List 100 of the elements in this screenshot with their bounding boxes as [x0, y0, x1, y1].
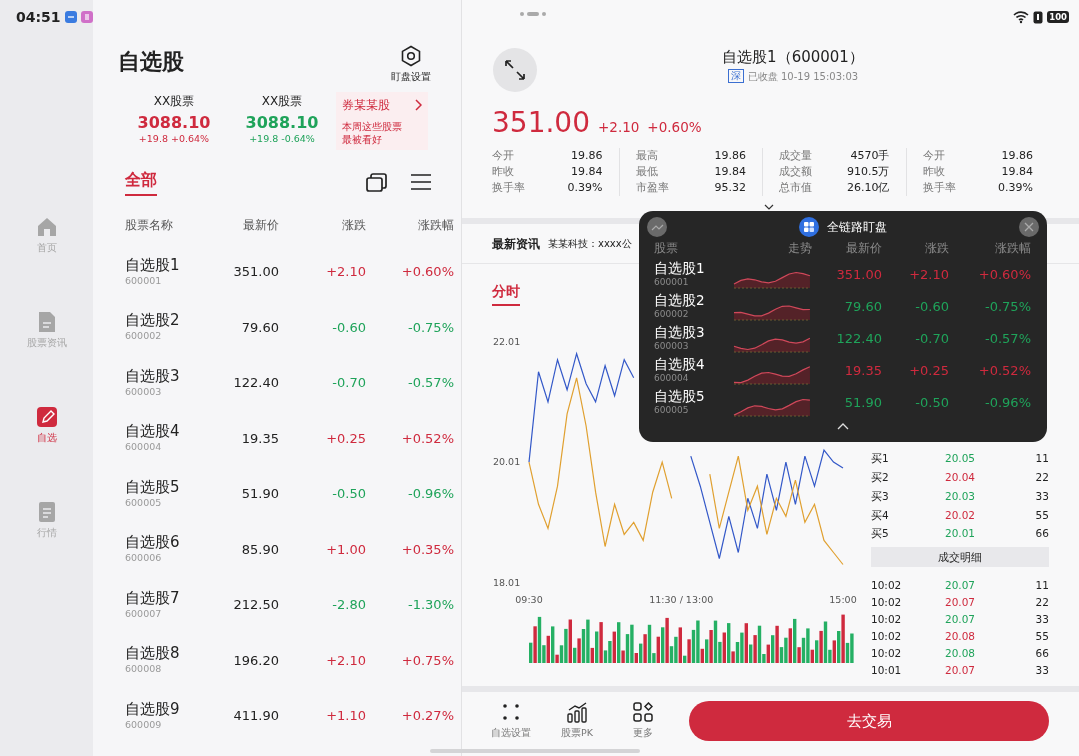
trade-volume: 33: [1034, 612, 1049, 628]
expand-button[interactable]: [493, 48, 537, 92]
column-header: 涨跌: [341, 216, 366, 234]
change-cell-text: -0.50: [331, 485, 366, 504]
stock-code: 600005: [125, 495, 163, 510]
stock-row[interactable]: 自选股3 600003 122.40 -0.70 -0.57%: [93, 355, 461, 411]
price-cell-text: 351.00: [835, 266, 882, 285]
collapse-icon[interactable]: [837, 423, 849, 430]
change-percent-cell-text: +0.75%: [400, 651, 454, 670]
change-percent-cell-text: +0.60%: [400, 263, 454, 282]
change-cell-text: -0.60: [331, 318, 366, 337]
copy-icon[interactable]: [366, 172, 387, 192]
bid-label: 买5: [871, 526, 890, 542]
stock-code: 600005: [654, 403, 690, 417]
settings-icon: [400, 45, 422, 67]
price-cell-text: 122.40: [232, 374, 279, 393]
page-title: 自选股: [118, 48, 184, 76]
column-header: 走势: [787, 240, 812, 257]
change-cell-text: +1.10: [325, 707, 366, 726]
nav-item[interactable]: 自选: [6, 405, 87, 500]
stock-code: 600003: [654, 339, 690, 353]
stat-label: 昨收: [492, 164, 514, 180]
stock-code: 600002: [654, 307, 690, 321]
price-cell-text: 196.20: [232, 651, 279, 670]
close-button[interactable]: [1019, 217, 1039, 237]
index-name: XX股票: [152, 93, 196, 111]
stock-row[interactable]: 自选股6 600006 85.90 +1.00 +0.35%: [93, 521, 461, 578]
promo-card[interactable]: 券某某股 本周这些股票最被看好: [336, 92, 428, 151]
axis-label: 18.01: [493, 576, 521, 588]
price-cell-text: 351.00: [232, 263, 279, 282]
chevron-down-icon: [764, 204, 774, 210]
change-percent-cell-text: -0.75%: [407, 318, 454, 337]
stat-value: 19.84: [1001, 164, 1033, 180]
change-percent-cell-text: -0.96%: [407, 485, 454, 504]
menu-icon[interactable]: [411, 173, 431, 192]
stock-name: 自选股1: [125, 255, 181, 274]
monitor-row[interactable]: 自选股4 600004 19.35 +0.25 +0.52%: [639, 355, 1047, 387]
stock-code: 600002: [125, 329, 163, 344]
pin-button[interactable]: [647, 217, 667, 237]
monitor-row[interactable]: 自选股2 600002 79.60 -0.60 -0.75%: [639, 291, 1047, 323]
bid-volume: 33: [1034, 488, 1049, 504]
monitor-row[interactable]: 自选股3 600003 122.40 -0.70 -0.57%: [639, 323, 1047, 355]
index-name: XX股票: [260, 93, 304, 111]
price-cell-text: 19.35: [843, 362, 882, 381]
stock-row[interactable]: 自选股1 600001 351.00 +2.10 +0.60%: [93, 244, 461, 300]
stock-row[interactable]: 自选股4 600004 19.35 +0.25 +0.52%: [93, 410, 461, 467]
toolbar-button[interactable]: 股票PK: [544, 701, 610, 741]
promo-text: 本周这些股票最被看好: [342, 120, 403, 147]
bid-volume: 66: [1034, 526, 1049, 542]
promo-title: 券某某股: [342, 97, 390, 115]
toolbar-button[interactable]: 自选设置: [478, 701, 544, 741]
stock-row[interactable]: 自选股8 600008 196.20 +2.10 +0.75%: [93, 632, 461, 689]
market-status: 已收盘 10-19 15:03:03: [747, 69, 859, 84]
bid-price: 20.05: [943, 451, 976, 467]
price-cell-text: 51.90: [240, 485, 279, 504]
change-percent-cell-text: -0.57%: [984, 330, 1031, 349]
trade-price: 20.08: [943, 646, 976, 662]
change-percent-cell-text: -0.57%: [407, 374, 454, 393]
apps-icon: [633, 701, 653, 723]
price-change-percent: +0.60%: [647, 117, 702, 137]
stat-value: 19.86: [1001, 148, 1033, 164]
monitor-row[interactable]: 自选股1 600001 351.00 +2.10 +0.60%: [639, 259, 1047, 291]
stock-code: 600008: [125, 662, 163, 677]
stock-name: 自选股9: [125, 699, 181, 718]
app-logo-icon: [799, 217, 819, 237]
index-value: 3088.10: [136, 113, 212, 133]
stat-value: 19.86: [571, 148, 603, 164]
stat-label: 换手率: [922, 180, 956, 196]
stat-value: 910.5万: [847, 164, 890, 180]
trade-volume: 66: [1034, 646, 1049, 662]
stock-row[interactable]: 自选股2 600002 79.60 -0.60 -0.75%: [93, 299, 461, 356]
stock-name: 自选股4: [654, 356, 706, 372]
monitor-settings-button[interactable]: 盯盘设置: [391, 45, 431, 85]
news-headline[interactable]: 某某科技：xxxx公: [548, 236, 632, 251]
bid-volume: 22: [1034, 470, 1049, 486]
chart-tab[interactable]: 分时: [492, 280, 520, 306]
stock-code: 600001: [125, 273, 163, 288]
stat-label: 成交额: [779, 164, 812, 180]
stat-label: 最高: [635, 148, 658, 164]
axis-label: 22.01: [493, 335, 521, 347]
axis-label: 15:00: [829, 594, 857, 605]
column-header: 股票名称: [125, 216, 174, 234]
drag-handle[interactable]: [520, 12, 546, 16]
change-percent-cell-text: +0.35%: [400, 540, 454, 559]
stock-row[interactable]: 自选股7 600007 212.50 -2.80 -1.30%: [93, 577, 461, 633]
change-percent-cell-text: +0.60%: [977, 266, 1031, 285]
stock-code: 600006: [125, 551, 163, 566]
expand-icon: [504, 59, 526, 81]
price-cell-text: 85.90: [240, 540, 279, 559]
stock-row[interactable]: 自选股9 600009 411.90 +1.10 +0.27%: [93, 688, 461, 744]
filter-tab[interactable]: 全部: [125, 168, 157, 197]
bid-label: 买1: [871, 451, 890, 467]
price-cell-text: 122.40: [835, 330, 882, 349]
monitor-row[interactable]: 自选股5 600005 51.90 -0.50 -0.96%: [639, 387, 1047, 419]
toolbar-button[interactable]: 更多: [610, 701, 676, 741]
column-header: 涨跌幅: [994, 240, 1031, 257]
stat-label: 换手率: [492, 180, 525, 196]
trade-button[interactable]: 去交易: [689, 701, 1049, 741]
stock-name: 自选股5: [654, 388, 706, 404]
stock-row[interactable]: 自选股5 600005 51.90 -0.50 -0.96%: [93, 466, 461, 522]
